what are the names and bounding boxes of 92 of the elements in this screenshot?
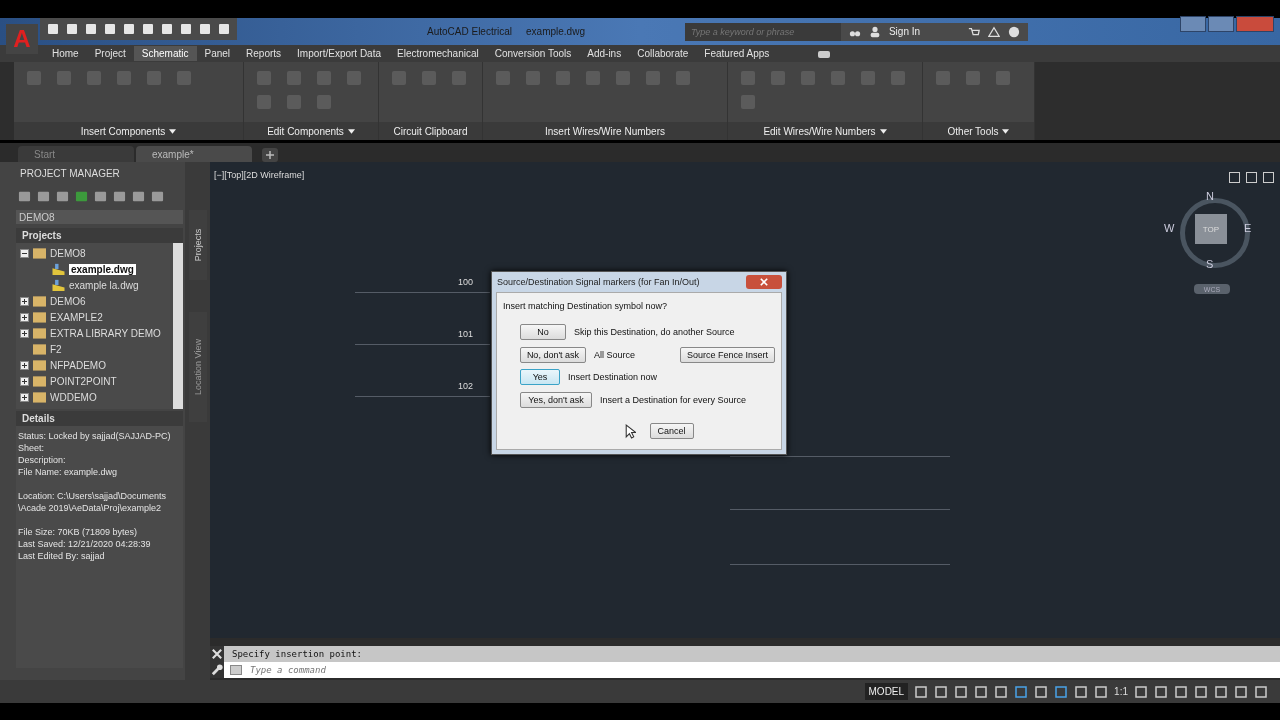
ribbon-tab[interactable]: Home xyxy=(44,46,87,61)
drawing-canvas[interactable] xyxy=(210,162,1280,638)
model-button[interactable]: MODEL xyxy=(864,683,909,700)
wire-number: 102 xyxy=(458,381,474,391)
ribbon-tab[interactable]: Electromechanical xyxy=(389,46,487,61)
ribbon-tab[interactable]: Collaborate xyxy=(629,46,697,61)
scale-button[interactable]: 1:1 xyxy=(1114,686,1128,697)
ribbon-tab[interactable]: Import/Export Data xyxy=(289,46,389,61)
wrench-icon[interactable] xyxy=(210,662,224,678)
scrollbar[interactable] xyxy=(173,243,183,409)
side-tab[interactable]: Projects xyxy=(189,210,207,280)
expand-icon[interactable] xyxy=(20,360,29,370)
document-tab[interactable]: example* xyxy=(136,146,252,162)
ribbon-tab[interactable]: Project xyxy=(86,46,134,61)
panel-title-button[interactable]: Insert Wires/Wire Numbers xyxy=(483,122,727,140)
panel-title-button[interactable]: Circuit Clipboard xyxy=(379,122,482,140)
option-description: All Source xyxy=(594,349,636,360)
option-button[interactable]: No, don't ask xyxy=(520,346,586,363)
detail-line: Last Saved: 12/21/2020 04:28:39 xyxy=(18,538,152,550)
option-description: Insert Destination now xyxy=(568,372,658,383)
detail-line: Sheet: xyxy=(18,442,46,454)
compass-label: E xyxy=(1244,222,1252,234)
panel-title-button[interactable]: Edit Components xyxy=(244,122,378,140)
project-item[interactable]: DEMO8 xyxy=(50,247,86,259)
project-item[interactable]: F2 xyxy=(50,343,62,355)
file-title: example.dwg xyxy=(526,26,585,37)
close-icon xyxy=(760,278,768,286)
prompt-icon xyxy=(230,665,242,675)
project-item[interactable]: EXAMPLE2 xyxy=(50,311,103,323)
panel-title-button[interactable]: Edit Wires/Wire Numbers xyxy=(728,122,922,140)
option-button[interactable]: Yes, don't ask xyxy=(520,391,592,408)
compass-label: W xyxy=(1164,222,1175,234)
project-dropdown[interactable]: DEMO8 xyxy=(16,210,183,224)
project-item[interactable]: WDDEMO xyxy=(50,391,97,403)
detail-line: Last Edited By: sajjad xyxy=(18,550,106,562)
project-item[interactable]: NFPADEMO xyxy=(50,359,106,371)
detail-line: \Acade 2019\AeData\Proj\example2 xyxy=(18,502,163,514)
wire-number: 101 xyxy=(458,329,474,339)
section-title: Details xyxy=(22,413,55,424)
new-tab-button[interactable] xyxy=(262,148,278,162)
option-button[interactable]: Yes xyxy=(520,369,560,386)
detail-line: Description: xyxy=(18,454,67,466)
option-button[interactable]: No xyxy=(520,324,566,341)
cart-icon[interactable] xyxy=(968,25,981,38)
project-item[interactable]: EXTRA LIBRARY DEMO xyxy=(50,327,161,339)
dialog-prompt: Insert matching Destination symbol now? xyxy=(503,301,669,311)
expand-icon[interactable] xyxy=(20,312,29,322)
detail-line: File Size: 70KB (71809 bytes) xyxy=(18,526,139,538)
option-description: Insert a Destination for every Source xyxy=(600,394,747,405)
app-title: AutoCAD Electrical xyxy=(427,26,513,37)
panel-title-button[interactable]: Insert Components xyxy=(14,122,243,140)
viewport-controls[interactable]: [−][Top][2D Wireframe] xyxy=(214,170,305,180)
wire-number: 100 xyxy=(458,277,474,287)
expand-icon[interactable] xyxy=(20,328,29,338)
detail-line: Location: C:\Users\sajjad\Documents xyxy=(18,490,168,502)
expand-icon[interactable] xyxy=(20,296,29,306)
detail-line: Status: Locked by sajjad(SAJJAD-PC) xyxy=(18,430,172,442)
cancel-button[interactable]: Cancel xyxy=(649,423,694,439)
triangle-icon[interactable] xyxy=(988,25,1001,38)
compass-label: S xyxy=(1206,258,1214,270)
section-title: Projects xyxy=(22,230,62,241)
project-item[interactable]: DEMO6 xyxy=(50,295,86,307)
fence-insert-button[interactable]: Source Fence Insert xyxy=(679,346,775,363)
option-description: Skip this Destination, do another Source xyxy=(574,327,735,338)
drawing-item[interactable]: example.dwg xyxy=(69,263,136,275)
compass-label: N xyxy=(1206,190,1214,202)
ribbon-tab[interactable]: Add-ins xyxy=(579,46,630,61)
close-icon[interactable] xyxy=(210,646,224,662)
ribbon-tab[interactable]: Reports xyxy=(238,46,290,61)
restore-button[interactable] xyxy=(1246,172,1257,183)
ribbon-tab[interactable]: Conversion Tools xyxy=(486,46,580,61)
close-button[interactable] xyxy=(746,275,782,289)
panel-title-button[interactable]: Other Tools xyxy=(923,122,1034,140)
sign-in-link[interactable]: Sign In xyxy=(888,26,921,37)
project-item[interactable]: POINT2POINT xyxy=(50,375,117,387)
command-history: Specify insertion point: xyxy=(232,649,363,659)
drawing-file-icon xyxy=(52,263,65,275)
expand-icon[interactable] xyxy=(20,376,29,386)
ribbon-tab[interactable]: Schematic xyxy=(133,46,197,61)
panel-title: PROJECT MANAGER xyxy=(19,167,121,181)
expand-icon[interactable] xyxy=(20,392,29,402)
maximize-button[interactable] xyxy=(1208,16,1234,32)
ribbon-tab[interactable]: Panel xyxy=(196,46,239,61)
detail-line: File Name: example.dwg xyxy=(18,466,119,478)
mouse-cursor-icon xyxy=(624,423,636,439)
drawing-file-icon xyxy=(52,279,65,291)
user-icon xyxy=(868,25,881,38)
drawing-item[interactable]: example la.dwg xyxy=(69,279,139,291)
collapse-icon[interactable] xyxy=(20,248,29,258)
dialog-title: Source/Destination Signal markers (for Fan In/Out) xyxy=(497,277,700,287)
side-tab[interactable]: Location View xyxy=(189,312,207,422)
ribbon-tab[interactable]: Featured Apps xyxy=(696,46,778,61)
